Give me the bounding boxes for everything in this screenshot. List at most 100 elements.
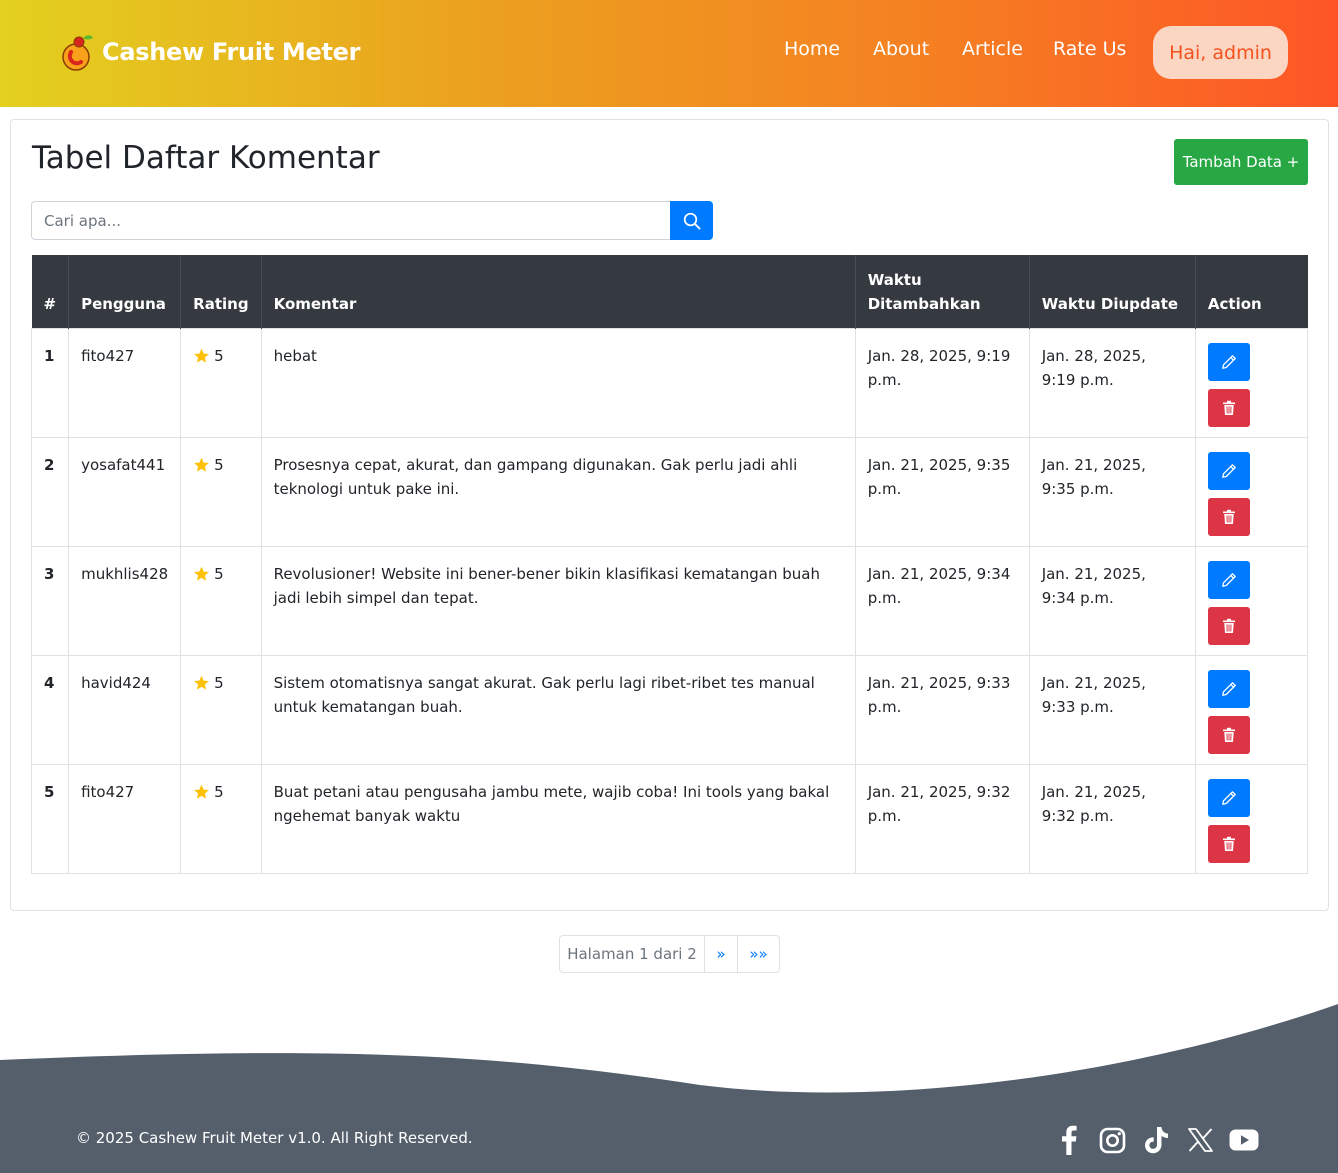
row-actions (1194, 763, 1309, 874)
row-updated-time: Jan. 21, 2025, 9:33 p.m. (1028, 654, 1196, 765)
facebook-icon (1062, 1125, 1077, 1155)
brand-name: Cashew Fruit Meter (102, 38, 361, 66)
row-number: 5 (30, 763, 70, 874)
pagination: Halaman 1 dari 2 » »» (559, 935, 780, 973)
row-added-time: Jan. 21, 2025, 9:32 p.m. (854, 763, 1030, 874)
row-user: mukhlis428 (68, 545, 182, 656)
tiktok-icon (1144, 1127, 1168, 1154)
youtube-link[interactable] (1228, 1124, 1260, 1156)
delete-button[interactable] (1207, 497, 1250, 536)
col-header-number: # (31, 255, 69, 328)
next-page-link[interactable]: » (705, 936, 738, 972)
x-link[interactable] (1186, 1124, 1214, 1156)
star-icon (194, 348, 210, 363)
row-updated-time: Jan. 21, 2025, 9:34 p.m. (1028, 545, 1196, 656)
youtube-icon (1229, 1129, 1259, 1151)
trash-icon (1222, 400, 1235, 415)
pencil-icon (1222, 681, 1236, 696)
tiktok-link[interactable] (1142, 1124, 1170, 1156)
row-user: fito427 (68, 763, 182, 874)
nav-home[interactable]: Home (784, 38, 840, 60)
row-added-time: Jan. 21, 2025, 9:33 p.m. (854, 654, 1030, 765)
instagram-icon (1099, 1127, 1125, 1153)
search-input[interactable] (31, 201, 671, 240)
row-updated-time: Jan. 28, 2025, 9:19 p.m. (1028, 327, 1196, 438)
delete-button[interactable] (1207, 824, 1250, 863)
navbar: Cashew Fruit Meter Home About Article Ra… (0, 0, 1338, 107)
instagram-link[interactable] (1096, 1124, 1128, 1156)
pencil-icon (1222, 463, 1236, 478)
edit-button[interactable] (1207, 451, 1250, 490)
pencil-icon (1222, 790, 1236, 805)
row-number: 1 (30, 327, 70, 438)
footer-background (0, 1004, 1338, 1173)
search-button[interactable] (670, 201, 713, 240)
row-user: havid424 (68, 654, 182, 765)
star-icon (194, 784, 210, 799)
footer-copyright: © 2025 Cashew Fruit Meter v1.0. All Righ… (76, 1129, 473, 1147)
edit-button[interactable] (1207, 669, 1250, 708)
user-menu-button[interactable]: Hai, admin (1153, 26, 1288, 79)
row-rating: 5 (180, 327, 262, 438)
row-added-time: Jan. 28, 2025, 9:19 p.m. (854, 327, 1030, 438)
search-icon (683, 212, 700, 229)
comments-table: # Pengguna Rating Komentar Waktu Ditamba… (30, 255, 1309, 874)
delete-button[interactable] (1207, 606, 1250, 645)
star-icon (194, 675, 210, 690)
row-user: yosafat441 (68, 436, 182, 547)
brand[interactable]: Cashew Fruit Meter (61, 32, 360, 72)
rating-value: 5 (214, 673, 224, 692)
delete-button[interactable] (1207, 388, 1250, 427)
row-actions (1194, 436, 1309, 547)
table-row: 5 fito427 5 Buat petani atau pengusaha j… (30, 763, 1309, 874)
nav-rate-us[interactable]: Rate Us (1053, 38, 1126, 60)
row-actions (1194, 327, 1309, 438)
rating-value: 5 (214, 782, 224, 801)
row-comment: Prosesnya cepat, akurat, dan gampang dig… (260, 436, 856, 547)
edit-button[interactable] (1207, 342, 1250, 381)
row-rating: 5 (180, 654, 262, 765)
row-updated-time: Jan. 21, 2025, 9:32 p.m. (1028, 763, 1196, 874)
row-rating: 5 (180, 545, 262, 656)
table-body: 1 fito427 5 hebat Jan. 28, 2025, 9:19 p.… (30, 327, 1309, 874)
page-title: Tabel Daftar Komentar (32, 140, 380, 176)
facebook-link[interactable] (1057, 1124, 1081, 1156)
col-header-added: Waktu Ditambahkan (854, 255, 1030, 328)
edit-button[interactable] (1207, 560, 1250, 599)
row-number: 3 (30, 545, 70, 656)
trash-icon (1222, 618, 1235, 633)
col-header-user: Pengguna (68, 255, 181, 328)
row-actions (1194, 545, 1309, 656)
page-indicator: Halaman 1 dari 2 (560, 936, 705, 972)
trash-icon (1222, 836, 1235, 851)
pencil-icon (1222, 572, 1236, 587)
row-added-time: Jan. 21, 2025, 9:34 p.m. (854, 545, 1030, 656)
row-updated-time: Jan. 21, 2025, 9:35 p.m. (1028, 436, 1196, 547)
col-header-rating: Rating (180, 255, 262, 328)
x-icon (1187, 1128, 1213, 1152)
delete-button[interactable] (1207, 715, 1250, 754)
comments-card: Tabel Daftar Komentar Tambah Data + # Pe… (10, 119, 1329, 911)
nav-article[interactable]: Article (962, 38, 1023, 60)
row-user: fito427 (68, 327, 182, 438)
rating-value: 5 (214, 346, 224, 365)
nav-about[interactable]: About (873, 38, 929, 60)
row-rating: 5 (180, 763, 262, 874)
row-rating: 5 (180, 436, 262, 547)
row-added-time: Jan. 21, 2025, 9:35 p.m. (854, 436, 1030, 547)
table-row: 3 mukhlis428 5 Revolusioner! Website ini… (30, 545, 1309, 656)
star-icon (194, 457, 210, 472)
cashew-logo-icon (62, 35, 93, 71)
table-row: 2 yosafat441 5 Prosesnya cepat, akurat, … (30, 436, 1309, 547)
last-page-link[interactable]: »» (738, 936, 779, 972)
add-data-button[interactable]: Tambah Data + (1174, 139, 1308, 185)
trash-icon (1222, 509, 1235, 524)
pencil-icon (1222, 354, 1236, 369)
table-row: 1 fito427 5 hebat Jan. 28, 2025, 9:19 p.… (30, 327, 1309, 438)
edit-button[interactable] (1207, 778, 1250, 817)
row-number: 2 (30, 436, 70, 547)
trash-icon (1222, 727, 1235, 742)
row-comment: hebat (260, 327, 856, 438)
table-header-row: # Pengguna Rating Komentar Waktu Ditamba… (31, 255, 1308, 328)
row-comment: Buat petani atau pengusaha jambu mete, w… (260, 763, 856, 874)
